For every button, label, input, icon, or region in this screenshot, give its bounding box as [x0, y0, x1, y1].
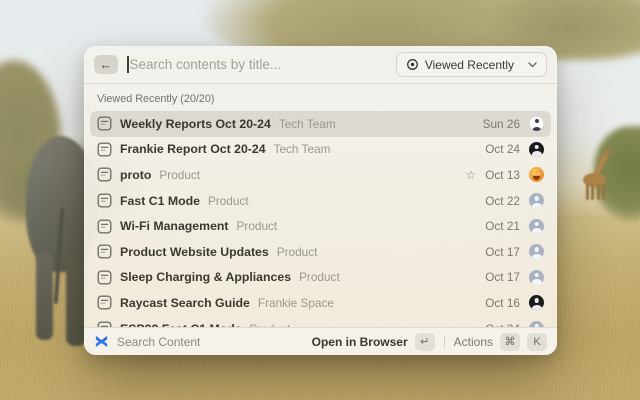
item-title: Frankie Report Oct 20-24 [120, 142, 266, 157]
item-date: Sun 26 [482, 116, 520, 131]
app-logo-icon [94, 334, 109, 349]
item-date: Oct 21 [485, 219, 520, 234]
item-subtitle: Frankie Space [257, 295, 334, 310]
giraffe-leg [586, 184, 589, 200]
giraffe-leg [597, 184, 600, 200]
document-icon [97, 116, 112, 131]
avatar [529, 321, 544, 327]
document-icon [97, 295, 112, 310]
list-item[interactable]: Product Website Updates Product Oct 17 [90, 239, 551, 265]
avatar [529, 116, 544, 132]
avatar [529, 167, 544, 183]
item-date: Oct 22 [485, 193, 520, 208]
item-title: Weekly Reports Oct 20-24 [120, 116, 271, 131]
item-date: Oct 16 [485, 295, 520, 310]
avatar [529, 295, 544, 311]
item-accessories: Oct 17 [485, 269, 544, 285]
document-icon [97, 244, 112, 259]
search-field-wrap [127, 56, 387, 73]
item-title: proto [120, 167, 152, 182]
list-item[interactable]: Wi-Fi Management Product Oct 21 [90, 213, 551, 239]
item-date: Oct 17 [485, 244, 520, 259]
item-accessories: Oct 22 [485, 193, 544, 209]
chevron-down-icon [528, 61, 537, 68]
item-subtitle: Tech Team [278, 116, 336, 131]
divider [443, 335, 445, 348]
document-icon [97, 142, 112, 157]
avatar [529, 141, 544, 157]
item-title: Raycast Search Guide [120, 295, 250, 310]
text-caret [127, 56, 129, 73]
document-icon [97, 270, 112, 285]
item-subtitle: Product [299, 270, 340, 285]
launcher-window: ← Viewed Recently Viewed Recently (20/20… [84, 46, 557, 355]
giraffe-head [603, 150, 611, 155]
eye-icon [406, 58, 419, 71]
command-key-icon: ⌘ [500, 332, 520, 351]
item-title: Sleep Charging & Appliances [120, 270, 292, 285]
item-subtitle: Tech Team [273, 142, 331, 157]
item-date: Oct 13 [485, 167, 520, 182]
results-list: Weekly Reports Oct 20-24 Tech Team Sun 2… [84, 109, 557, 327]
item-accessories: Oct 17 [485, 244, 544, 260]
document-icon [97, 193, 112, 208]
item-subtitle: Product [236, 219, 278, 234]
list-item[interactable]: Sleep Charging & Appliances Product Oct … [90, 265, 551, 291]
k-key-icon: K [527, 332, 547, 351]
search-header: ← Viewed Recently [84, 46, 557, 84]
avatar [529, 218, 544, 234]
list-item[interactable]: Weekly Reports Oct 20-24 Tech Team Sun 2… [90, 111, 551, 137]
open-in-browser-button[interactable]: Open in Browser [312, 335, 408, 349]
item-accessories: ☆ Oct 13 [465, 167, 544, 183]
item-accessories: Sun 26 [482, 116, 544, 132]
list-item[interactable]: Frankie Report Oct 20-24 Tech Team Oct 2… [90, 137, 551, 163]
avatar [529, 269, 544, 285]
item-date: Oct 24 [485, 142, 520, 157]
item-accessories: Oct 16 [485, 295, 544, 311]
giraffe-leg [591, 184, 594, 200]
giraffe-leg [602, 184, 605, 200]
item-subtitle: Product [159, 167, 201, 182]
avatar [529, 244, 544, 260]
avatar [529, 193, 544, 209]
item-subtitle: Product [207, 193, 249, 208]
list-item[interactable]: Raycast Search Guide Frankie Space Oct 1… [90, 290, 551, 316]
item-title: Fast C1 Mode [120, 193, 200, 208]
list-item[interactable]: ESP32 Fast C1 Mode Product Oct 24 [90, 316, 551, 327]
star-icon: ☆ [465, 167, 477, 182]
item-accessories: Oct 24 [485, 141, 544, 157]
document-icon [97, 219, 112, 234]
filter-dropdown-label: Viewed Recently [424, 57, 514, 72]
document-icon [97, 167, 112, 182]
command-title: Search Content [117, 334, 201, 349]
section-header: Viewed Recently (20/20) [97, 93, 215, 105]
search-input[interactable] [129, 57, 387, 72]
item-title: Wi-Fi Management [120, 219, 229, 234]
filter-dropdown[interactable]: Viewed Recently [395, 52, 547, 77]
return-key-icon: ↵ [414, 332, 435, 351]
item-accessories: Oct 21 [485, 218, 544, 234]
item-title: Product Website Updates [120, 244, 269, 259]
back-button[interactable]: ← [94, 55, 118, 74]
list-item[interactable]: proto Product ☆ Oct 13 [90, 162, 551, 188]
elephant-leg [66, 256, 86, 346]
footer-bar: Search Content Open in Browser ↵ Actions… [84, 327, 557, 355]
item-subtitle: Product [276, 244, 318, 259]
item-date: Oct 17 [485, 270, 520, 285]
actions-button[interactable]: Actions [454, 335, 493, 349]
list-item[interactable]: Fast C1 Mode Product Oct 22 [90, 188, 551, 214]
elephant-leg [36, 252, 53, 340]
footer-actions: Open in Browser ↵ Actions ⌘ K [312, 332, 547, 351]
